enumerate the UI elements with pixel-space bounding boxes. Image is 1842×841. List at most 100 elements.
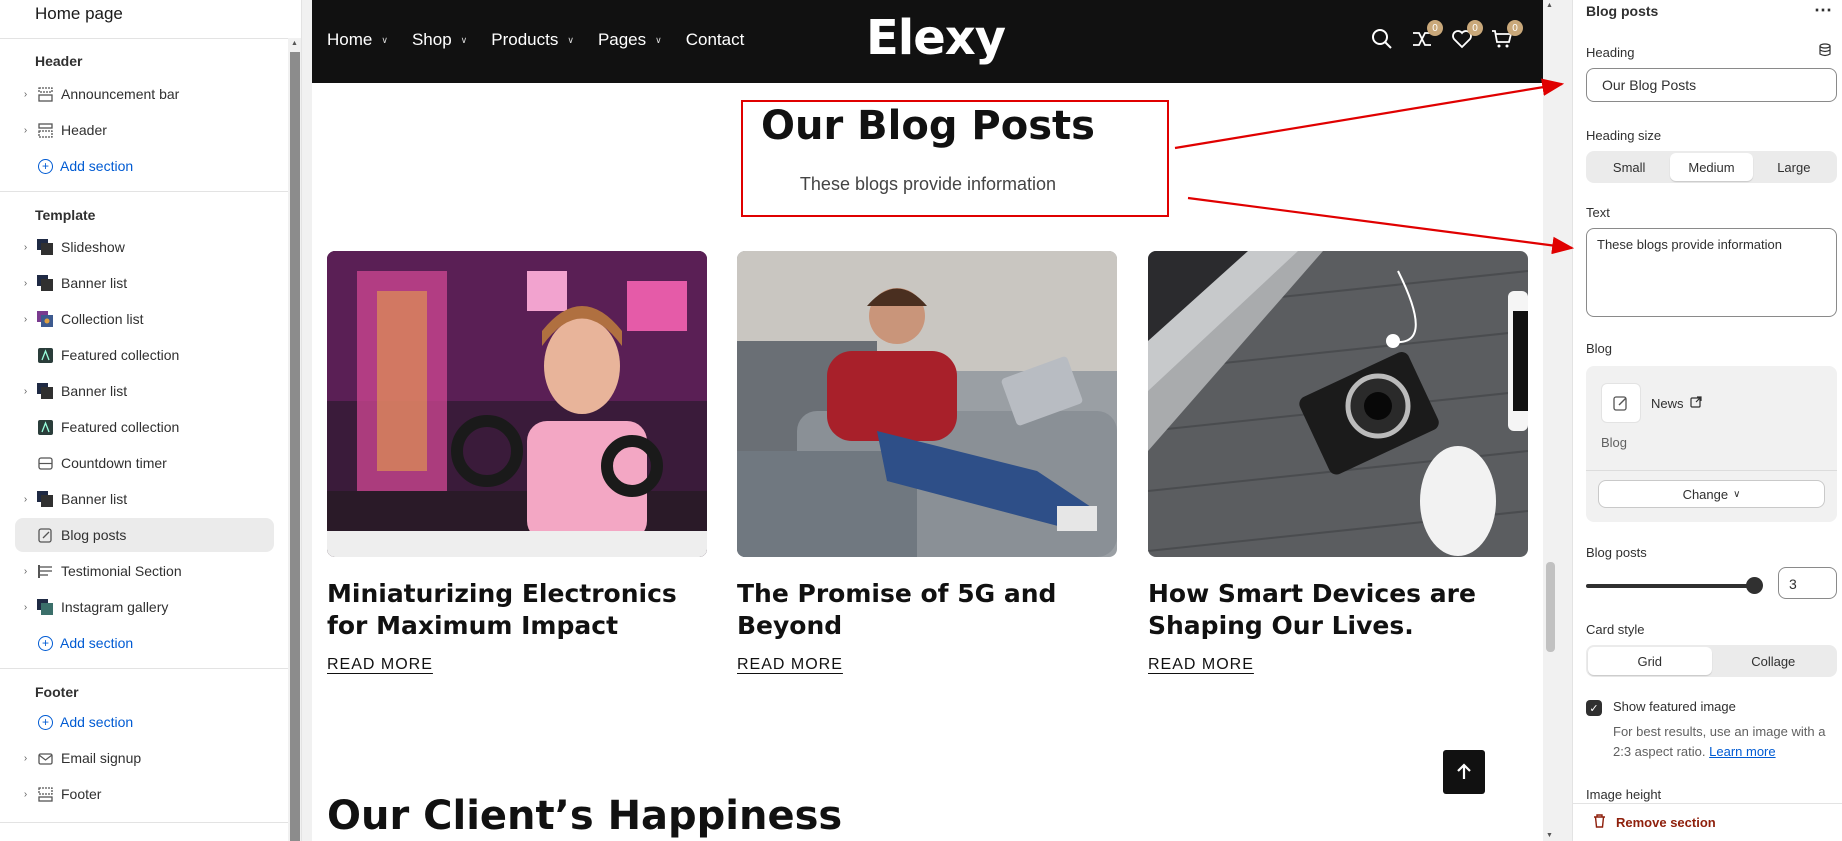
heading-size-large-option[interactable]: Large	[1753, 153, 1835, 181]
chevron-right-icon[interactable]: ›	[20, 753, 31, 764]
trash-icon	[1593, 814, 1606, 831]
cart-count-badge: 0	[1507, 20, 1523, 36]
card-style-label: Card style	[1586, 622, 1645, 637]
page-title[interactable]: Home page	[35, 4, 123, 24]
chevron-right-icon[interactable]: ›	[20, 789, 31, 800]
sections-sidebar: Home page Header › Announcement bar › He…	[0, 0, 302, 841]
section-featured-collection[interactable]: Featured collection	[15, 338, 274, 372]
sidebar-scrollbar[interactable]: ▲	[288, 38, 301, 841]
add-section-label: Add section	[60, 158, 134, 174]
section-label: Header	[61, 122, 107, 138]
section-announcement-bar[interactable]: › Announcement bar	[15, 77, 274, 111]
external-link-icon[interactable]	[1689, 396, 1702, 411]
heading-size-medium-option[interactable]: Medium	[1670, 153, 1753, 181]
featured-icon	[36, 418, 54, 436]
section-blog-posts[interactable]: Blog posts	[15, 518, 274, 552]
heading-input[interactable]	[1586, 68, 1837, 102]
add-section-label: Add section	[60, 635, 134, 651]
remove-section-button[interactable]: Remove section	[1573, 803, 1842, 841]
store-header: Home ∨ Shop ∨ Products ∨ Pages ∨ Contact Ele…	[312, 0, 1543, 83]
add-section-footer-button[interactable]: + Add section	[38, 714, 133, 730]
section-settings-panel: Blog posts ⋯ Heading Heading size Small …	[1572, 0, 1842, 841]
blog-card-image[interactable]	[327, 251, 707, 557]
section-label: Slideshow	[61, 239, 125, 255]
chevron-right-icon[interactable]: ›	[20, 386, 31, 397]
blog-card-title[interactable]: Miniaturizing Electronics for Maximum Im…	[327, 578, 707, 642]
compare-icon[interactable]: 0	[1411, 20, 1443, 50]
section-slideshow[interactable]: › Slideshow	[15, 230, 274, 264]
section-header[interactable]: › Header	[15, 113, 274, 147]
scroll-down-icon[interactable]: ▼	[1546, 832, 1553, 839]
blog-type-label: Blog	[1601, 435, 1628, 450]
chevron-right-icon[interactable]: ›	[20, 125, 31, 136]
blog-posts-slider-track[interactable]	[1586, 584, 1754, 588]
group-template-label: Template	[35, 207, 96, 223]
scroll-up-icon[interactable]: ▲	[291, 40, 298, 47]
blog-label: Blog	[1586, 341, 1613, 356]
section-footer[interactable]: › Footer	[15, 777, 274, 811]
chevron-right-icon[interactable]: ›	[20, 278, 31, 289]
search-icon[interactable]	[1371, 28, 1393, 50]
blog-card[interactable]: Miniaturizing Electronics for Maximum Im…	[327, 251, 707, 674]
dynamic-source-icon[interactable]	[1818, 43, 1832, 62]
chevron-right-icon[interactable]: ›	[20, 242, 31, 253]
scrollbar-thumb[interactable]	[1546, 562, 1555, 652]
show-featured-image-checkbox[interactable]: ✓	[1586, 700, 1602, 716]
blog-posts-count-label: Blog posts	[1586, 545, 1647, 560]
blog-card-title[interactable]: How Smart Devices are Shaping Our Lives.	[1148, 578, 1528, 642]
blog-posts-number-input[interactable]: 3	[1778, 567, 1837, 599]
text-textarea[interactable]: These blogs provide information	[1586, 228, 1837, 317]
card-style-segmented-control: Grid Collage	[1586, 645, 1837, 677]
section-testimonial[interactable]: › Testimonial Section	[15, 554, 274, 588]
section-featured-collection[interactable]: Featured collection	[15, 410, 274, 444]
section-collection-list[interactable]: › Collection list	[15, 302, 274, 336]
card-style-grid-option[interactable]: Grid	[1588, 647, 1712, 675]
chevron-right-icon[interactable]: ›	[20, 602, 31, 613]
read-more-link[interactable]: READ MORE	[737, 656, 1117, 674]
chevron-right-icon[interactable]: ›	[20, 566, 31, 577]
section-banner-list[interactable]: › Banner list	[15, 266, 274, 300]
read-more-link[interactable]: READ MORE	[327, 656, 707, 674]
read-more-link[interactable]: READ MORE	[1148, 656, 1528, 674]
preview-scrollbar[interactable]: ▲ ▼	[1543, 0, 1558, 841]
back-to-top-button[interactable]	[1443, 750, 1485, 794]
blog-posts-slider-thumb[interactable]	[1746, 577, 1763, 594]
learn-more-link[interactable]: Learn more	[1709, 744, 1775, 759]
nav-shop[interactable]: Shop ∨	[412, 30, 467, 50]
blog-card-image[interactable]	[737, 251, 1117, 557]
heading-size-small-option[interactable]: Small	[1588, 153, 1670, 181]
layout-section-icon	[36, 785, 54, 803]
banner-icon	[36, 382, 54, 400]
nav-pages[interactable]: Pages ∨	[598, 30, 662, 50]
chevron-right-icon[interactable]: ›	[20, 89, 31, 100]
section-email-signup[interactable]: › Email signup	[15, 741, 274, 775]
card-style-collage-option[interactable]: Collage	[1712, 647, 1836, 675]
add-section-template-button[interactable]: + Add section	[38, 635, 133, 651]
section-label: Announcement bar	[61, 86, 180, 102]
layout-section-icon	[36, 85, 54, 103]
section-banner-list[interactable]: › Banner list	[15, 482, 274, 516]
blog-card[interactable]: The Promise of 5G and Beyond READ MORE	[737, 251, 1117, 674]
chevron-right-icon[interactable]: ›	[20, 314, 31, 325]
add-section-header-button[interactable]: + Add section	[38, 158, 133, 174]
section-instagram-gallery[interactable]: › Instagram gallery	[15, 590, 274, 624]
compare-count-badge: 0	[1427, 20, 1443, 36]
section-banner-list[interactable]: › Banner list	[15, 374, 274, 408]
nav-products[interactable]: Products ∨	[491, 30, 574, 50]
change-blog-button[interactable]: Change ∨	[1598, 480, 1825, 508]
store-logo[interactable]: Elexy	[866, 10, 1006, 66]
blog-card[interactable]: How Smart Devices are Shaping Our Lives.…	[1148, 251, 1528, 674]
section-countdown-timer[interactable]: Countdown timer	[15, 446, 274, 480]
selected-blog[interactable]: News	[1651, 396, 1702, 411]
blog-card-image[interactable]	[1148, 251, 1528, 557]
cart-icon[interactable]: 0	[1491, 20, 1523, 50]
nav-home[interactable]: Home ∨	[327, 30, 388, 50]
blog-card-title[interactable]: The Promise of 5G and Beyond	[737, 578, 1117, 642]
nav-contact[interactable]: Contact	[686, 30, 745, 50]
testimonial-icon	[36, 562, 54, 580]
chevron-right-icon[interactable]: ›	[20, 494, 31, 505]
scrollbar-thumb[interactable]	[290, 52, 300, 841]
wishlist-heart-icon[interactable]: 0	[1451, 20, 1483, 50]
more-options-icon[interactable]: ⋯	[1814, 0, 1832, 21]
scroll-up-icon[interactable]: ▲	[1546, 2, 1553, 9]
